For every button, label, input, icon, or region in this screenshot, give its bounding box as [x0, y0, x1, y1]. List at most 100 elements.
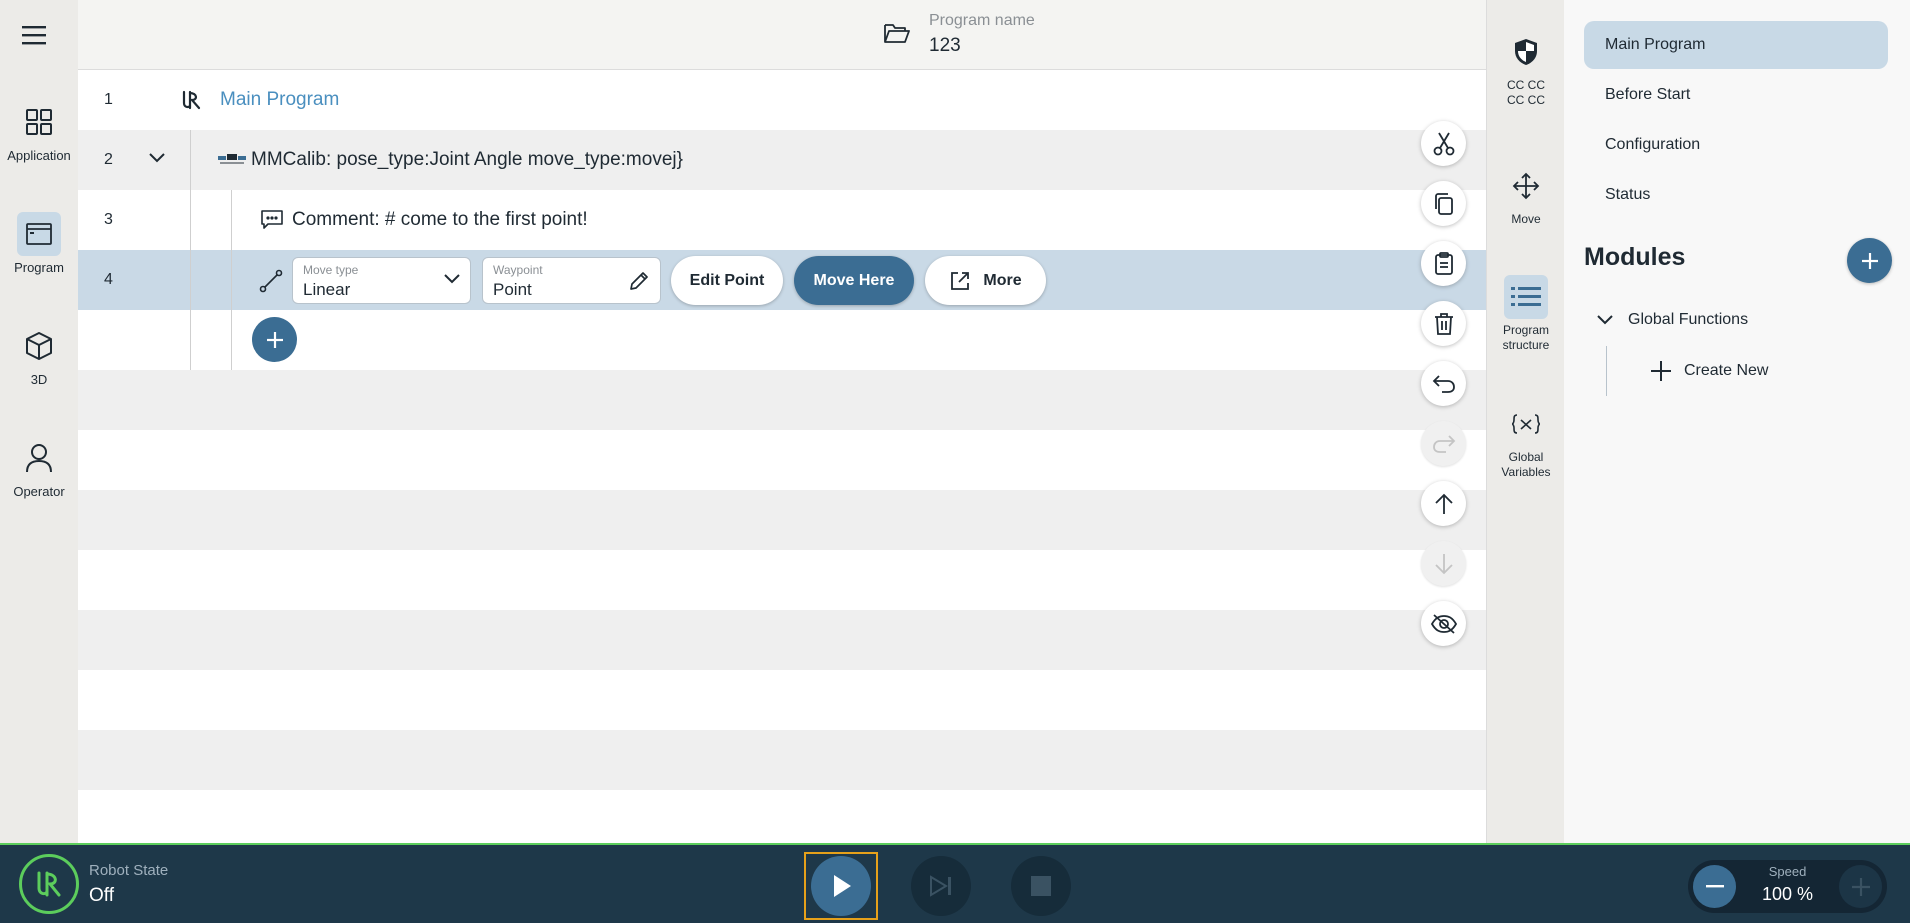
tree-row[interactable]: 3 Comment: # come to the first point! — [78, 190, 1486, 250]
chevron-down-icon — [1596, 314, 1614, 326]
waypoint-value: Point — [493, 280, 532, 299]
move-type-value: Linear — [303, 280, 351, 299]
plus-icon — [1851, 877, 1870, 896]
mmcalib-logo-icon — [218, 152, 246, 166]
panel-nav-main-program[interactable]: Main Program — [1584, 21, 1888, 69]
add-module-button[interactable] — [1847, 238, 1892, 283]
more-button[interactable]: More — [925, 256, 1046, 305]
move-type-select[interactable]: Move type Linear — [292, 257, 471, 304]
stop-button[interactable] — [1011, 856, 1071, 916]
main-program-node[interactable]: Main Program — [220, 70, 339, 130]
shield-icon — [1504, 30, 1548, 74]
speed-increase-button[interactable] — [1839, 865, 1882, 908]
nav-program[interactable]: Program — [0, 212, 78, 275]
delete-button[interactable] — [1421, 301, 1466, 346]
nav-operator-label: Operator — [13, 484, 65, 499]
empty-row — [78, 430, 1486, 490]
arrow-up-icon — [1434, 493, 1454, 515]
cut-button[interactable] — [1421, 121, 1466, 166]
tree-row-add — [78, 310, 1486, 370]
move-here-button[interactable]: Move Here — [794, 256, 914, 305]
nav-application-label: Application — [7, 148, 71, 163]
mmcalib-node[interactable]: MMCalib: pose_type:Joint Angle move_type… — [251, 130, 683, 190]
nav-3d-label: 3D — [30, 372, 48, 387]
add-node-button[interactable] — [252, 317, 297, 362]
program-name-value[interactable]: 123 — [929, 35, 961, 57]
line-number: 1 — [104, 91, 113, 108]
create-new-button[interactable]: Create New — [1650, 357, 1768, 385]
comment-node[interactable]: Comment: # come to the first point! — [292, 190, 588, 250]
chevron-down-icon[interactable] — [148, 152, 166, 164]
program-header: Program name 123 — [78, 0, 1486, 70]
program-tree: 1 Main Program 2 MMCalib: pose_type:Join… — [78, 70, 1486, 843]
cube-icon — [17, 324, 61, 368]
empty-row — [78, 790, 1486, 843]
rail-program-structure-label-1: Program — [1502, 323, 1549, 337]
tree-row[interactable]: 2 MMCalib: pose_type:Joint Angle move_ty… — [78, 130, 1486, 190]
rail-program-structure[interactable]: Program structure — [1487, 275, 1565, 353]
copy-icon — [1433, 192, 1455, 216]
tree-indent-line — [1606, 346, 1607, 396]
empty-row — [78, 370, 1486, 430]
nav-3d[interactable]: 3D — [0, 324, 78, 387]
nav-application[interactable]: Application — [0, 100, 78, 163]
empty-row — [78, 610, 1486, 670]
rail-move[interactable]: Move — [1487, 164, 1565, 227]
rail-safety-label-1: CC CC — [1507, 78, 1545, 92]
panel-nav-status[interactable]: Status — [1584, 171, 1888, 219]
variable-x-icon — [1504, 402, 1548, 446]
move-arrows-icon — [1504, 164, 1548, 208]
undo-icon — [1432, 374, 1456, 394]
hamburger-menu-icon[interactable] — [22, 24, 56, 54]
tree-row-selected[interactable]: 4 Move type Linear Waypoint Point Edit P… — [78, 250, 1486, 310]
nav-operator[interactable]: Operator — [0, 436, 78, 499]
tree-row[interactable]: 1 Main Program — [78, 70, 1486, 130]
rail-safety[interactable]: CC CC CC CC — [1487, 30, 1565, 108]
panel-nav-configuration[interactable]: Configuration — [1584, 121, 1888, 169]
speed-decrease-button[interactable] — [1693, 865, 1736, 908]
speed-control: Speed 100 % — [1688, 860, 1887, 913]
undo-button[interactable] — [1421, 361, 1466, 406]
waypoint-field[interactable]: Waypoint Point — [482, 257, 661, 304]
copy-button[interactable] — [1421, 181, 1466, 226]
paste-button[interactable] — [1421, 241, 1466, 286]
play-button[interactable] — [804, 852, 878, 920]
chevron-down-icon — [444, 274, 460, 284]
panel-nav-before-start[interactable]: Before Start — [1584, 71, 1888, 119]
tree-indent-line — [190, 310, 191, 370]
tool-rail: CC CC CC CC Move Program structure Globa… — [1486, 0, 1564, 843]
waypoint-label: Waypoint — [493, 263, 543, 277]
global-functions-toggle[interactable]: Global Functions — [1596, 306, 1748, 334]
tree-indent-line — [231, 250, 232, 310]
skip-next-icon — [929, 875, 953, 897]
redo-button[interactable] — [1421, 421, 1466, 466]
rail-safety-label-2: CC CC — [1507, 93, 1545, 107]
folder-open-icon[interactable] — [884, 22, 910, 44]
line-number: 4 — [104, 271, 113, 288]
program-window-icon — [17, 212, 61, 256]
step-button[interactable] — [911, 856, 971, 916]
edit-point-button[interactable]: Edit Point — [671, 256, 783, 305]
rail-global-variables-label-1: Global — [1508, 450, 1544, 464]
global-functions-label: Global Functions — [1628, 311, 1749, 328]
play-icon — [811, 856, 871, 916]
move-down-button[interactable] — [1421, 541, 1466, 586]
suppress-button[interactable] — [1421, 601, 1466, 646]
tree-indent-line — [190, 250, 191, 310]
rail-move-label: Move — [1511, 212, 1541, 226]
tree-indent-line — [190, 190, 191, 250]
trash-icon — [1433, 312, 1455, 336]
minus-icon — [1705, 884, 1724, 889]
program-name-label: Program name — [929, 12, 1035, 29]
tree-indent-line — [231, 190, 232, 250]
robot-state-label: Robot State — [89, 862, 169, 879]
stop-icon — [1030, 875, 1052, 897]
rail-global-variables[interactable]: Global Variables — [1487, 402, 1565, 480]
empty-row — [78, 550, 1486, 610]
line-number: 3 — [104, 211, 113, 228]
move-up-button[interactable] — [1421, 481, 1466, 526]
ur-logo-icon[interactable] — [19, 854, 79, 914]
eye-off-icon — [1430, 613, 1457, 635]
pencil-icon[interactable] — [628, 270, 650, 292]
plus-icon — [1860, 251, 1880, 271]
